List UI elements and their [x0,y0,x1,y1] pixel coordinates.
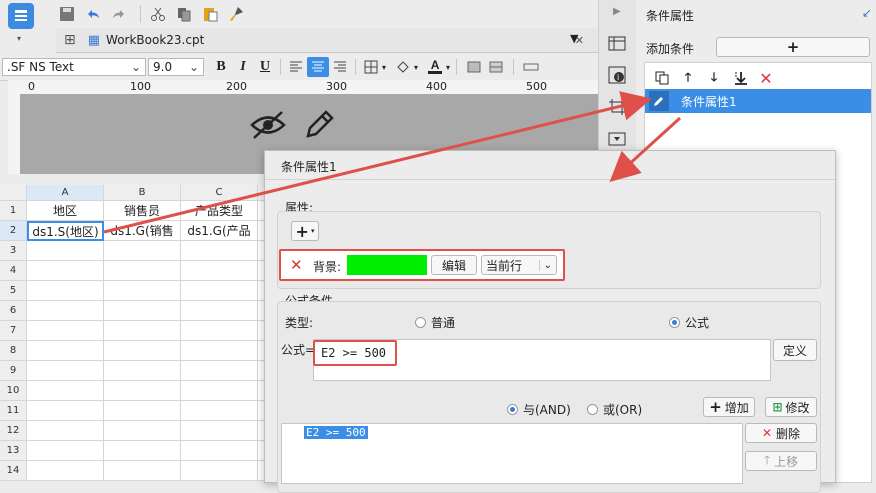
annotation-arrow-to-panel [103,91,652,234]
annotation-arrows [103,91,682,234]
annotation-arrow-to-dialog [609,116,682,183]
